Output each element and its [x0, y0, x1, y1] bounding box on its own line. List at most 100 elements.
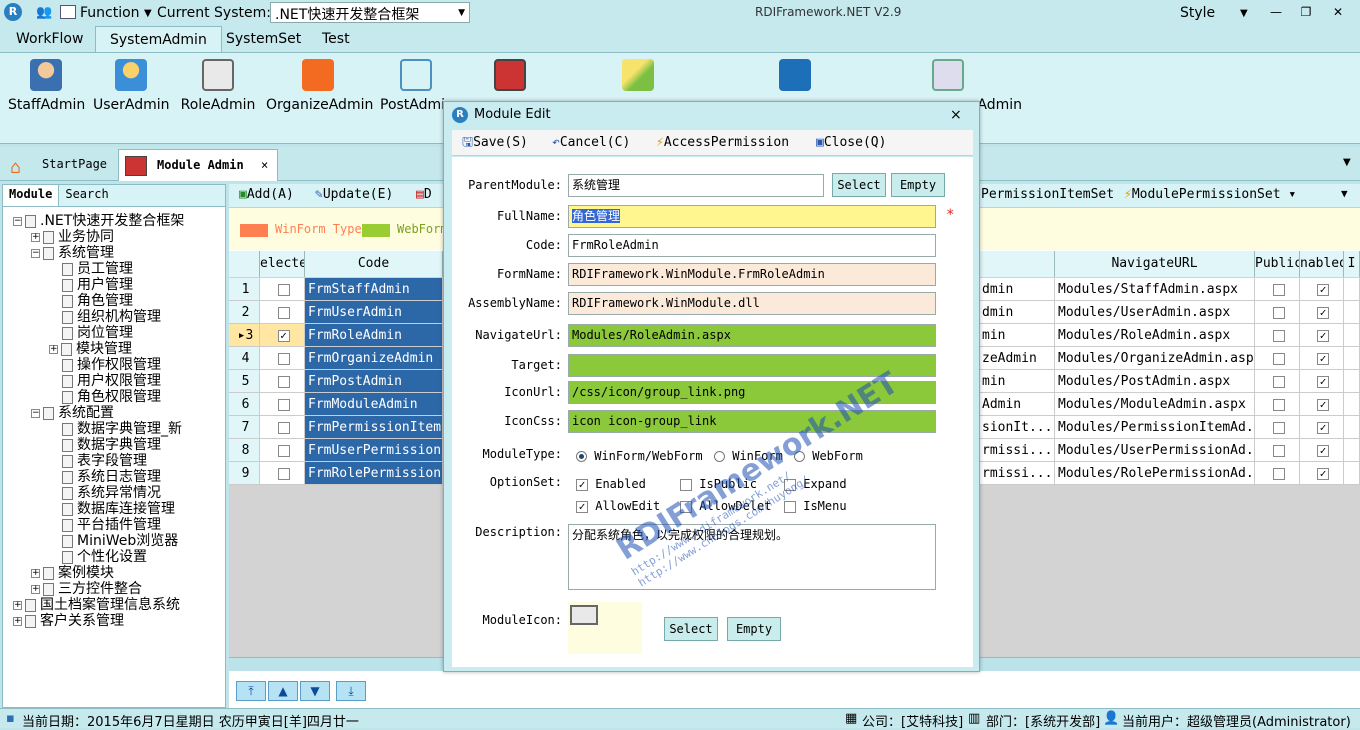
- cell-enabled[interactable]: ✓: [1300, 416, 1344, 439]
- cell-enabled[interactable]: ✓: [1300, 462, 1344, 485]
- tree-item[interactable]: MiniWeb浏览器: [49, 533, 178, 549]
- users-icon[interactable]: 👥: [36, 5, 52, 20]
- tab-module-admin[interactable]: Module Admin ×: [118, 149, 278, 181]
- cell-public[interactable]: [1255, 301, 1300, 324]
- option-allowdelet[interactable]: AllowDelet: [680, 498, 771, 514]
- fullname-field[interactable]: 角色管理: [568, 205, 936, 228]
- cell-enabled[interactable]: ✓: [1300, 439, 1344, 462]
- add-button[interactable]: ▣Add(A): [239, 187, 294, 202]
- tab-module[interactable]: Module: [3, 185, 60, 206]
- row-number[interactable]: 5: [229, 370, 260, 393]
- tree-item[interactable]: 数据字典管理: [49, 437, 161, 453]
- toolbar-overflow-icon[interactable]: ▼: [1341, 187, 1348, 200]
- close-button[interactable]: ▣Close(Q): [816, 133, 886, 153]
- cell-enabled[interactable]: ✓: [1300, 324, 1344, 347]
- checkbox-icon[interactable]: [784, 478, 796, 491]
- row-number[interactable]: 2: [229, 301, 260, 324]
- option-enabled[interactable]: ✓ Enabled: [576, 476, 646, 492]
- navurl-field[interactable]: Modules/RoleAdmin.aspx: [568, 324, 936, 347]
- row-select-checkbox[interactable]: [260, 278, 305, 301]
- cell-formname[interactable]: zeAdmin: [979, 347, 1055, 370]
- parent-select-button[interactable]: Select: [832, 173, 886, 197]
- permission-item-set-button[interactable]: PermissionItemSet: [981, 187, 1114, 202]
- module-permission-set-button[interactable]: ⚡ModulePermissionSet ▾: [1124, 187, 1296, 202]
- iconcss-field[interactable]: icon icon-group_link: [568, 410, 936, 433]
- tree-item[interactable]: 用户管理: [49, 277, 133, 293]
- move-up-icon[interactable]: ▲: [268, 681, 298, 701]
- expander-icon[interactable]: +: [13, 616, 22, 626]
- expander-icon[interactable]: −: [13, 216, 22, 226]
- delete-button[interactable]: ▤D: [416, 187, 432, 202]
- row-select-checkbox[interactable]: [260, 416, 305, 439]
- current-system-select[interactable]: .NET快速开发整合框架 ▼: [270, 2, 470, 23]
- cell-formname[interactable]: dmin: [979, 278, 1055, 301]
- minimize-icon[interactable]: —: [1264, 2, 1288, 22]
- row-select-checkbox[interactable]: ✓: [260, 324, 305, 347]
- checkbox-icon[interactable]: ✓: [1317, 467, 1329, 480]
- checkbox-icon[interactable]: ✓: [1317, 421, 1329, 434]
- header-code[interactable]: Code: [305, 251, 443, 277]
- tree-item[interactable]: 岗位管理: [49, 325, 133, 341]
- moduletype-winform-radio[interactable]: WinForm: [714, 448, 783, 464]
- checkbox-icon[interactable]: ✓: [576, 500, 588, 513]
- cell-public[interactable]: [1255, 439, 1300, 462]
- parent-empty-button[interactable]: Empty: [891, 173, 945, 197]
- header-navurl[interactable]: NavigateURL: [1055, 251, 1255, 277]
- cell-public[interactable]: [1255, 324, 1300, 347]
- organizeadmin-button[interactable]: OrganizeAdmin: [266, 57, 373, 127]
- checkbox-icon[interactable]: [277, 421, 290, 434]
- option-expand[interactable]: Expand: [784, 476, 847, 492]
- formname-field[interactable]: RDIFramework.WinModule.FrmRoleAdmin: [568, 263, 936, 286]
- checkbox-icon[interactable]: [680, 500, 692, 513]
- option-ispublic[interactable]: IsPublic: [680, 476, 757, 492]
- cell-formname[interactable]: Admin: [979, 393, 1055, 416]
- tree-item[interactable]: − 系统配置: [31, 405, 114, 421]
- tree-item[interactable]: + 案例模块: [31, 565, 114, 581]
- checkbox-icon[interactable]: ✓: [1317, 329, 1329, 342]
- option-ismenu[interactable]: IsMenu: [784, 498, 847, 514]
- expander-icon[interactable]: −: [31, 248, 40, 258]
- tree-item[interactable]: + 客户关系管理: [13, 613, 124, 629]
- header-public[interactable]: Public: [1255, 251, 1300, 277]
- cell-public[interactable]: [1255, 462, 1300, 485]
- cell-navurl[interactable]: Modules/OrganizeAdmin.aspx: [1055, 347, 1255, 370]
- cell-formname[interactable]: rmissi...: [979, 439, 1055, 462]
- moduletype-webform-radio[interactable]: WebForm: [794, 448, 863, 464]
- tree-item[interactable]: 用户权限管理: [49, 373, 161, 389]
- tree-item[interactable]: 数据字典管理_新: [49, 421, 182, 437]
- header-hidden[interactable]: [979, 251, 1055, 277]
- checkbox-icon[interactable]: ✓: [1317, 398, 1329, 411]
- checkbox-icon[interactable]: [1272, 421, 1285, 434]
- style-menu[interactable]: Style: [1180, 5, 1215, 21]
- close-tab-icon[interactable]: ×: [261, 150, 268, 180]
- cell-formname[interactable]: rmissi...: [979, 462, 1055, 485]
- cell-navurl[interactable]: Modules/StaffAdmin.aspx: [1055, 278, 1255, 301]
- row-number[interactable]: 1: [229, 278, 260, 301]
- tree-item[interactable]: 表字段管理: [49, 453, 147, 469]
- staffadmin-button[interactable]: StaffAdmin: [8, 57, 85, 127]
- tab-systemadmin[interactable]: SystemAdmin: [95, 26, 222, 52]
- tree-item[interactable]: 员工管理: [49, 261, 133, 277]
- row-number[interactable]: 6: [229, 393, 260, 416]
- expander-icon[interactable]: +: [31, 584, 40, 594]
- iconurl-field[interactable]: /css/icon/group_link.png: [568, 381, 936, 404]
- checkbox-icon[interactable]: ✓: [1317, 306, 1329, 319]
- tab-dropdown-icon[interactable]: ▼: [1343, 157, 1351, 168]
- expander-icon[interactable]: −: [31, 408, 40, 418]
- roleadmin-button[interactable]: RoleAdmin: [180, 57, 256, 127]
- tree-item[interactable]: + 模块管理: [49, 341, 132, 357]
- tree-item[interactable]: 系统日志管理: [49, 469, 161, 485]
- row-select-checkbox[interactable]: [260, 347, 305, 370]
- checkbox-icon[interactable]: ✓: [576, 478, 588, 491]
- dialog-close-icon[interactable]: ×: [950, 102, 962, 128]
- cell-enabled[interactable]: ✓: [1300, 370, 1344, 393]
- checkbox-icon[interactable]: ✓: [277, 329, 290, 342]
- cell-code[interactable]: FrmOrganizeAdmin: [305, 347, 443, 370]
- row-select-checkbox[interactable]: [260, 462, 305, 485]
- tree-item[interactable]: + 业务协同: [31, 229, 114, 245]
- useradmin-button[interactable]: UserAdmin: [93, 57, 170, 127]
- cell-enabled[interactable]: ✓: [1300, 347, 1344, 370]
- tree-item[interactable]: − 系统管理: [31, 245, 114, 261]
- expander-icon[interactable]: +: [49, 344, 58, 354]
- description-field[interactable]: 分配系统角色，以完成权限的合理规划。: [568, 524, 936, 590]
